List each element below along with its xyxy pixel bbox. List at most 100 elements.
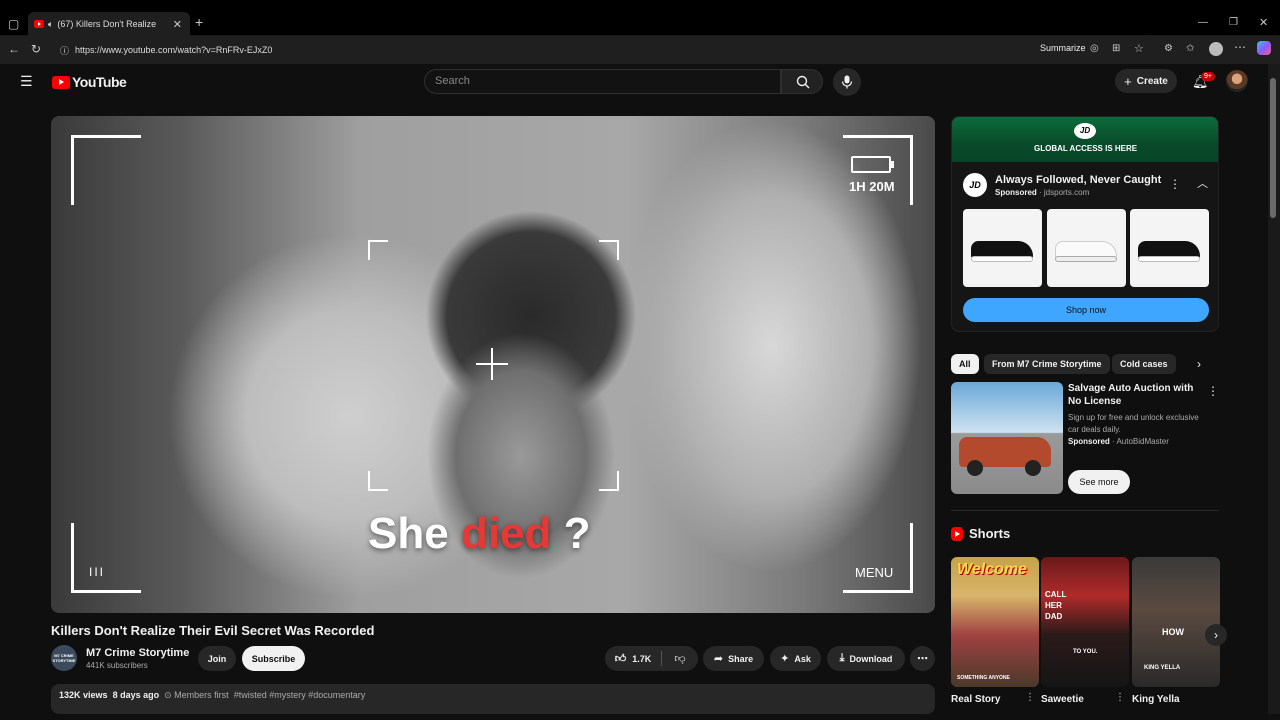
download-label: Download (849, 653, 893, 664)
search-icon (796, 75, 810, 89)
short-thumbnail-2[interactable]: CALL HER DAD TO YOU. (1041, 557, 1129, 687)
chevron-right-icon: › (1214, 628, 1218, 642)
subscribe-button[interactable]: Subscribe (242, 646, 305, 671)
crosshair-vertical (491, 348, 493, 380)
join-label: Join (207, 653, 227, 664)
browser-tab-bar: ▢ 🔈︎ (67) Killers Don't Realize The ✕ + … (0, 0, 1280, 36)
more-actions-button[interactable]: ⋯ (910, 646, 935, 671)
app-icon[interactable]: ⊞ (1112, 42, 1120, 56)
share-icon: ➦ (713, 653, 724, 665)
ad-card-jd[interactable]: JD GLOBAL ACCESS IS HERE JD Always Follo… (951, 116, 1219, 332)
extensions-icon[interactable]: ⚙ (1164, 42, 1173, 56)
chevron-up-icon[interactable]: ︿ (1197, 175, 1208, 191)
browser-tab[interactable]: 🔈︎ (67) Killers Don't Realize The ✕ (28, 12, 190, 36)
ad2-thumbnail[interactable] (951, 382, 1063, 494)
copilot-icon[interactable] (1257, 41, 1271, 55)
channel-name[interactable]: M7 Crime Storytime (86, 647, 189, 659)
speaker-icon[interactable]: 🔈︎ (48, 19, 53, 30)
chip-cold-cases[interactable]: Cold cases (1112, 354, 1176, 374)
short-title-3[interactable]: King Yella (1132, 694, 1180, 705)
ad-advertiser-avatar[interactable]: JD (963, 173, 987, 197)
youtube-play-logo-icon (52, 75, 70, 89)
sparkle-icon: ✦ (780, 653, 790, 665)
hamburger-menu-icon[interactable]: ☰ (20, 73, 33, 90)
video-player[interactable]: 1H 20M III MENU She died ? (51, 116, 935, 613)
battery-icon (851, 156, 894, 173)
ad-sponsored-line: Sponsored · jdsports.com (995, 188, 1090, 197)
voice-search-button[interactable] (833, 68, 861, 96)
summarize-button[interactable]: Summarize (1040, 43, 1086, 53)
url-bar[interactable]: ⓘ https://www.youtube.com/watch?v=RnFRv-… (54, 39, 1154, 61)
short-2-more-icon[interactable]: ⋮ (1115, 692, 1125, 703)
logo-text: YouTube (72, 74, 127, 90)
see-more-button[interactable]: See more (1068, 470, 1130, 494)
ad-banner-text: GLOBAL ACCESS IS HERE (1034, 144, 1138, 153)
shoe-sole-2 (1055, 256, 1117, 262)
restore-icon[interactable]: ❐ (1229, 16, 1238, 30)
notification-badge: 9+ (1201, 72, 1215, 81)
ad-more-vertical-icon[interactable]: ⋮ (1169, 177, 1181, 191)
create-label: Create (1136, 75, 1168, 87)
shorts-logo-icon (951, 526, 963, 541)
short-3-overlay-bottom: KING YELLA (1144, 665, 1181, 671)
subscriber-count: 441K subscribers (86, 661, 148, 670)
section-divider (951, 510, 1219, 511)
more-menu-icon[interactable]: ⋯ (1234, 40, 1246, 54)
short-thumbnail-3[interactable]: HOW KING YELLA (1132, 557, 1220, 687)
youtube-logo[interactable]: YouTube (52, 74, 127, 90)
ad-banner[interactable]: JD GLOBAL ACCESS IS HERE (952, 117, 1218, 162)
join-button[interactable]: Join (198, 646, 236, 671)
ad-sponsored-label: Sponsored (995, 188, 1037, 197)
shorts-heading: Shorts (951, 526, 1010, 541)
shorts-next-button[interactable]: › (1205, 624, 1227, 646)
share-label: Share (728, 653, 754, 664)
product-image-shoe-2[interactable] (1047, 209, 1126, 287)
site-info-icon[interactable]: ⓘ (60, 44, 69, 57)
reader-icon[interactable]: ◎ (1090, 42, 1099, 56)
caption-word-1: She (368, 509, 449, 558)
product-image-shoe-1[interactable] (963, 209, 1042, 287)
ask-button[interactable]: ✦ Ask (770, 646, 821, 671)
create-button[interactable]: + Create (1115, 69, 1177, 93)
hashtags[interactable]: #twisted #mystery #documentary (234, 690, 366, 700)
short-title-2[interactable]: Saweetie (1041, 694, 1084, 705)
favorites-icon[interactable]: ✩ (1186, 42, 1194, 56)
short-2-overlay-bottom: TO YOU. (1073, 649, 1098, 655)
chips-next-chevron-icon[interactable]: › (1197, 357, 1201, 371)
close-window-icon[interactable]: ✕ (1259, 16, 1268, 30)
short-thumbnail-1[interactable]: Welcome SOMETHING ANYONE (951, 557, 1039, 687)
new-tab-icon[interactable]: + (195, 15, 203, 29)
close-tab-icon[interactable]: ✕ (173, 18, 182, 31)
back-icon[interactable]: ← (8, 42, 20, 56)
ask-label: Ask (794, 653, 811, 664)
tab-actions-icon[interactable]: ▢ (8, 17, 19, 31)
caption-word-3: ? (563, 509, 591, 558)
product-image-shoe-3[interactable] (1130, 209, 1209, 287)
user-avatar[interactable] (1226, 70, 1248, 92)
favorite-star-icon[interactable]: ☆ (1134, 42, 1144, 56)
search-button[interactable] (781, 69, 823, 94)
share-button[interactable]: ➦ Share (703, 646, 764, 671)
download-button[interactable]: ⤓ Download (827, 646, 905, 671)
plus-icon: + (1124, 73, 1132, 89)
refresh-icon[interactable]: ↻ (31, 42, 41, 56)
ad-title[interactable]: Always Followed, Never Caught (995, 174, 1161, 186)
search-input[interactable]: Search (424, 69, 781, 94)
more-horizontal-icon: ⋯ (917, 653, 928, 665)
scrollbar-thumb[interactable] (1270, 78, 1276, 218)
profile-icon[interactable] (1209, 42, 1223, 56)
jd-banner-logo: JD (1074, 123, 1096, 139)
ad2-sponsored-line: Sponsored · AutoBidMaster (1068, 437, 1169, 446)
ad2-more-vertical-icon[interactable]: ⋮ (1207, 384, 1219, 398)
shop-now-button[interactable]: Shop now (963, 298, 1209, 322)
short-title-1[interactable]: Real Story (951, 694, 1000, 705)
chip-all[interactable]: All (951, 354, 979, 374)
channel-avatar[interactable]: M7 CRIME STORYTIME (51, 645, 77, 671)
ad2-title[interactable]: Salvage Auto Auction with No License (1068, 382, 1206, 408)
description-box[interactable]: 132K views 8 days ago ⊙ Members first #t… (51, 684, 935, 714)
chip-from-channel[interactable]: From M7 Crime Storytime (984, 354, 1110, 374)
dislike-button[interactable]: 👎︎ (662, 646, 698, 671)
like-button[interactable]: 👍︎ 1.7K (605, 646, 661, 671)
minimize-icon[interactable]: — (1198, 16, 1208, 30)
short-1-more-icon[interactable]: ⋮ (1025, 692, 1035, 703)
